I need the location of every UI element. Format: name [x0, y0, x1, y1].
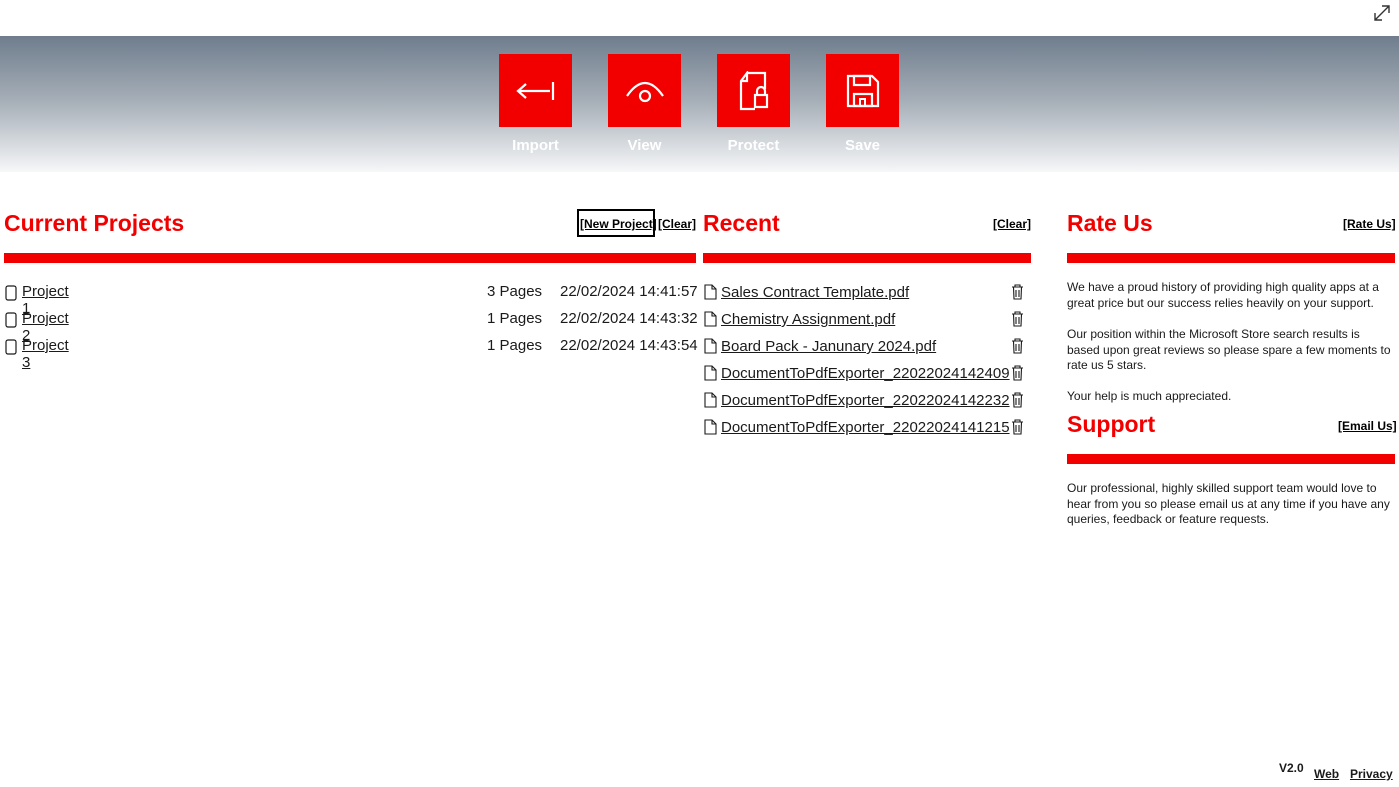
project-date: 22/02/2024 14:41:57: [560, 283, 698, 300]
delete-trash-icon[interactable]: [1011, 392, 1024, 408]
pdf-file-icon: [704, 419, 717, 435]
project-name[interactable]: Project 3: [22, 337, 69, 371]
current-projects-divider: [4, 253, 696, 263]
view-tile[interactable]: [608, 54, 681, 127]
project-file-icon: [5, 339, 17, 355]
recent-file-link[interactable]: Board Pack - Janunary 2024.pdf: [721, 338, 936, 355]
clear-projects-link[interactable]: [Clear]: [658, 217, 696, 231]
import-arrow-icon: [515, 81, 554, 100]
web-link[interactable]: Web: [1314, 767, 1339, 781]
support-divider: [1067, 454, 1395, 464]
project-pages: 1 Pages: [487, 310, 543, 327]
support-paragraph: Our professional, highly skilled support…: [1067, 481, 1390, 526]
delete-trash-icon[interactable]: [1011, 365, 1024, 381]
import-label: Import: [512, 137, 559, 154]
save-button[interactable]: Save: [826, 54, 899, 154]
project-row[interactable]: Project 2: [0, 310, 69, 344]
delete-trash-icon[interactable]: [1011, 284, 1024, 300]
project-row[interactable]: Project 3: [0, 337, 69, 371]
pdf-file-icon: [704, 365, 717, 381]
rate-us-paragraph: Your help is much appreciated.: [1067, 389, 1232, 403]
pdf-file-icon: [704, 311, 717, 327]
view-label: View: [627, 137, 662, 154]
import-tile[interactable]: [499, 54, 572, 127]
pdf-file-icon: [704, 284, 717, 300]
delete-trash-icon[interactable]: [1011, 338, 1024, 354]
floppy-disk-icon: [846, 74, 879, 107]
project-pages: 1 Pages: [487, 337, 543, 354]
support-title: Support: [1067, 411, 1156, 437]
rate-us-divider: [1067, 253, 1395, 263]
delete-trash-icon[interactable]: [1011, 311, 1024, 327]
save-tile[interactable]: [826, 54, 899, 127]
rate-us-paragraph: We have a proud history of providing hig…: [1067, 280, 1379, 310]
project-row[interactable]: Project 1: [0, 283, 69, 317]
import-button[interactable]: Import: [499, 54, 572, 154]
rate-us-paragraph: Our position within the Microsoft Store …: [1067, 327, 1391, 372]
protect-button[interactable]: Protect: [717, 54, 790, 154]
rate-us-title: Rate Us: [1067, 210, 1153, 236]
lock-document-icon: [739, 70, 768, 110]
recent-file-link[interactable]: DocumentToPdfExporter_22022024142409: [721, 365, 1010, 382]
eye-icon: [625, 81, 664, 102]
pdf-file-icon: [704, 392, 717, 408]
project-date: 22/02/2024 14:43:54: [560, 337, 698, 354]
new-project-link[interactable]: [New Project]: [580, 217, 657, 231]
view-button[interactable]: View: [608, 54, 681, 154]
toolbar-ribbon: Import View Protect Save: [0, 36, 1399, 172]
project-pages: 3 Pages: [487, 283, 543, 300]
delete-trash-icon[interactable]: [1011, 419, 1024, 435]
email-us-link[interactable]: [Email Us]: [1338, 419, 1397, 433]
recent-file-link[interactable]: DocumentToPdfExporter_22022024142232: [721, 392, 1010, 409]
current-projects-title: Current Projects: [4, 210, 185, 236]
privacy-link[interactable]: Privacy: [1350, 767, 1393, 781]
pdf-file-icon: [704, 338, 717, 354]
expand-icon[interactable]: [1371, 2, 1393, 24]
clear-recent-link[interactable]: [Clear]: [993, 217, 1031, 231]
save-label: Save: [844, 137, 881, 154]
project-date: 22/02/2024 14:43:32: [560, 310, 698, 327]
recent-file-link[interactable]: DocumentToPdfExporter_22022024141215: [721, 419, 1010, 436]
project-file-icon: [5, 285, 17, 301]
recent-file-link[interactable]: Chemistry Assignment.pdf: [721, 311, 895, 328]
protect-tile[interactable]: [717, 54, 790, 127]
recent-divider: [703, 253, 1031, 263]
project-file-icon: [5, 312, 17, 328]
version-label: V2.0: [1279, 761, 1304, 775]
protect-label: Protect: [727, 137, 780, 154]
rate-us-link[interactable]: [Rate Us]: [1343, 217, 1396, 231]
title-bar: [0, 0, 1399, 36]
recent-title: Recent: [703, 210, 780, 236]
recent-file-link[interactable]: Sales Contract Template.pdf: [721, 284, 909, 301]
